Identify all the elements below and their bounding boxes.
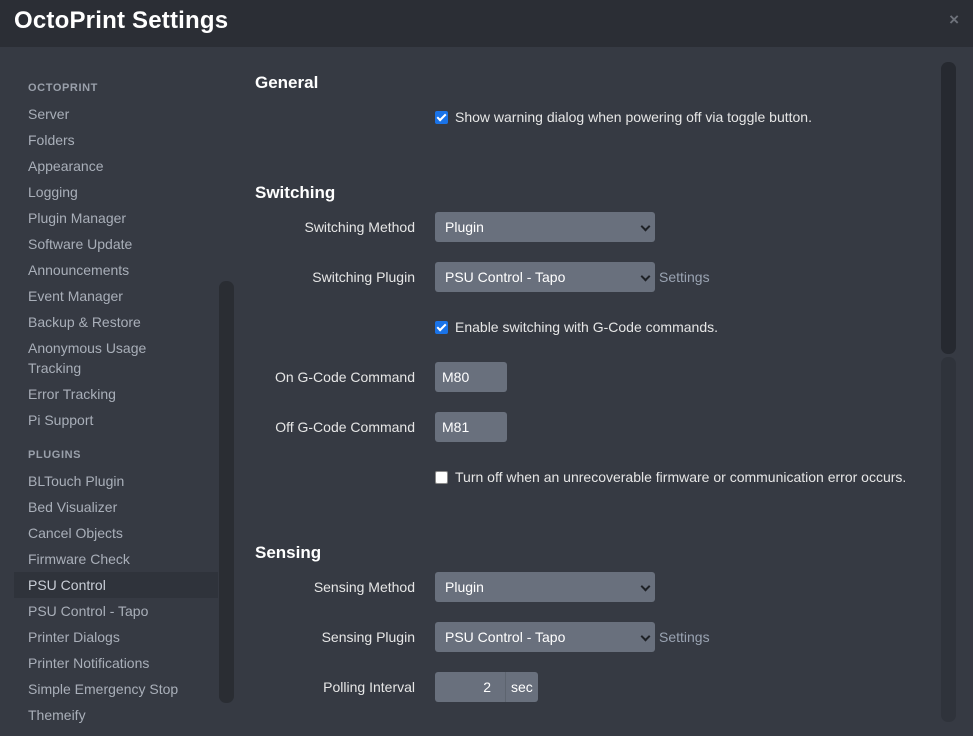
- polling-interval-label: Polling Interval: [323, 679, 415, 695]
- on-gcode-input[interactable]: M80: [435, 362, 507, 392]
- sidebar-item-folders[interactable]: Folders: [14, 130, 218, 150]
- polling-interval-input[interactable]: 2: [435, 672, 505, 702]
- sidebar-item-printer-dialogs[interactable]: Printer Dialogs: [14, 627, 218, 647]
- gcode-switching-checkbox[interactable]: [435, 320, 448, 334]
- sidebar-item-software-update[interactable]: Software Update: [14, 234, 218, 254]
- sidebar-item-psu-control[interactable]: PSU Control: [14, 572, 218, 598]
- polling-interval-unit: sec: [505, 672, 538, 702]
- sidebar-item-simple-emergency-stop[interactable]: Simple Emergency Stop: [14, 679, 218, 699]
- sidebar-item-appearance[interactable]: Appearance: [14, 156, 218, 176]
- sidebar-item-psu-control-tapo[interactable]: PSU Control - Tapo: [14, 601, 218, 621]
- sidebar-item-firmware-check[interactable]: Firmware Check: [14, 549, 218, 569]
- switching-settings-link[interactable]: Settings: [659, 269, 710, 285]
- sidebar-item-plugin-manager[interactable]: Plugin Manager: [14, 208, 218, 228]
- content-scrollbar-thumb[interactable]: [941, 62, 956, 354]
- sidebar-item-anonymous-usage[interactable]: Anonymous Usage: [14, 338, 218, 358]
- chevron-down-icon: [640, 221, 651, 232]
- gcode-switching-checkbox-row[interactable]: Enable switching with G-Code commands.: [435, 319, 718, 335]
- switching-method-value: Plugin: [445, 219, 484, 235]
- on-gcode-label: On G-Code Command: [274, 369, 415, 385]
- switching-method-select[interactable]: Plugin: [435, 212, 655, 242]
- sensing-plugin-select[interactable]: PSU Control - Tapo: [435, 622, 655, 652]
- sidebar-item-error-tracking[interactable]: Error Tracking: [14, 384, 218, 404]
- chevron-down-icon: [640, 271, 651, 282]
- sidebar-heading-plugins: PLUGINS: [28, 449, 82, 461]
- sensing-settings-link[interactable]: Settings: [659, 629, 710, 645]
- chevron-down-icon: [640, 631, 651, 642]
- sidebar-item-bed-visualizer[interactable]: Bed Visualizer: [14, 497, 218, 517]
- sidebar-item-logging[interactable]: Logging: [14, 182, 218, 202]
- sensing-method-label: Sensing Method: [313, 579, 415, 595]
- sensing-method-select[interactable]: Plugin: [435, 572, 655, 602]
- error-off-checkbox-row[interactable]: Turn off when an unrecoverable firmware …: [435, 469, 906, 485]
- sidebar-item-server[interactable]: Server: [14, 104, 218, 124]
- sensing-plugin-value: PSU Control - Tapo: [445, 629, 566, 645]
- switching-plugin-value: PSU Control - Tapo: [445, 269, 566, 285]
- off-gcode-input[interactable]: M81: [435, 412, 507, 442]
- sidebar-item-announcements[interactable]: Announcements: [14, 260, 218, 280]
- sidebar-scrollbar[interactable]: [219, 281, 234, 703]
- sidebar-item-cancel-objects[interactable]: Cancel Objects: [14, 523, 218, 543]
- error-off-checkbox[interactable]: [435, 470, 448, 484]
- sensing-method-value: Plugin: [445, 579, 484, 595]
- general-heading: General: [255, 73, 319, 92]
- content-scrollbar-track[interactable]: [941, 357, 956, 722]
- settings-content: General Show warning dialog when powerin…: [238, 47, 973, 736]
- switching-method-label: Switching Method: [304, 219, 415, 235]
- switching-heading: Switching: [255, 183, 336, 202]
- modal-header: OctoPrint Settings ×: [0, 0, 973, 47]
- warning-dialog-checkbox[interactable]: [435, 110, 448, 124]
- chevron-down-icon: [640, 581, 651, 592]
- modal-title: OctoPrint Settings: [14, 7, 229, 34]
- warning-dialog-label: Show warning dialog when powering off vi…: [455, 109, 812, 125]
- sidebar-item-anonymous-usage-tracking[interactable]: Tracking: [14, 358, 218, 378]
- sidebar-heading-octoprint: OCTOPRINT: [28, 82, 98, 94]
- switching-plugin-label: Switching Plugin: [312, 269, 415, 285]
- sensing-plugin-label: Sensing Plugin: [321, 629, 415, 645]
- settings-sidebar: OCTOPRINT Server Folders Appearance Logg…: [0, 47, 238, 736]
- sidebar-item-event-manager[interactable]: Event Manager: [14, 286, 218, 306]
- sidebar-item-themeify[interactable]: Themeify: [14, 705, 218, 725]
- off-gcode-label: Off G-Code Command: [275, 419, 415, 435]
- gcode-switching-label: Enable switching with G-Code commands.: [455, 319, 719, 335]
- sidebar-item-pi-support[interactable]: Pi Support: [14, 410, 218, 430]
- sensing-heading: Sensing: [255, 543, 322, 562]
- sidebar-item-bltouch[interactable]: BLTouch Plugin: [14, 471, 218, 491]
- sidebar-item-backup-restore[interactable]: Backup & Restore: [14, 312, 218, 332]
- close-icon[interactable]: ×: [949, 10, 959, 30]
- error-off-label: Turn off when an unrecoverable firmware …: [455, 469, 907, 485]
- sidebar-item-printer-notifications[interactable]: Printer Notifications: [14, 653, 218, 673]
- warning-dialog-checkbox-row[interactable]: Show warning dialog when powering off vi…: [435, 109, 812, 125]
- switching-plugin-select[interactable]: PSU Control - Tapo: [435, 262, 655, 292]
